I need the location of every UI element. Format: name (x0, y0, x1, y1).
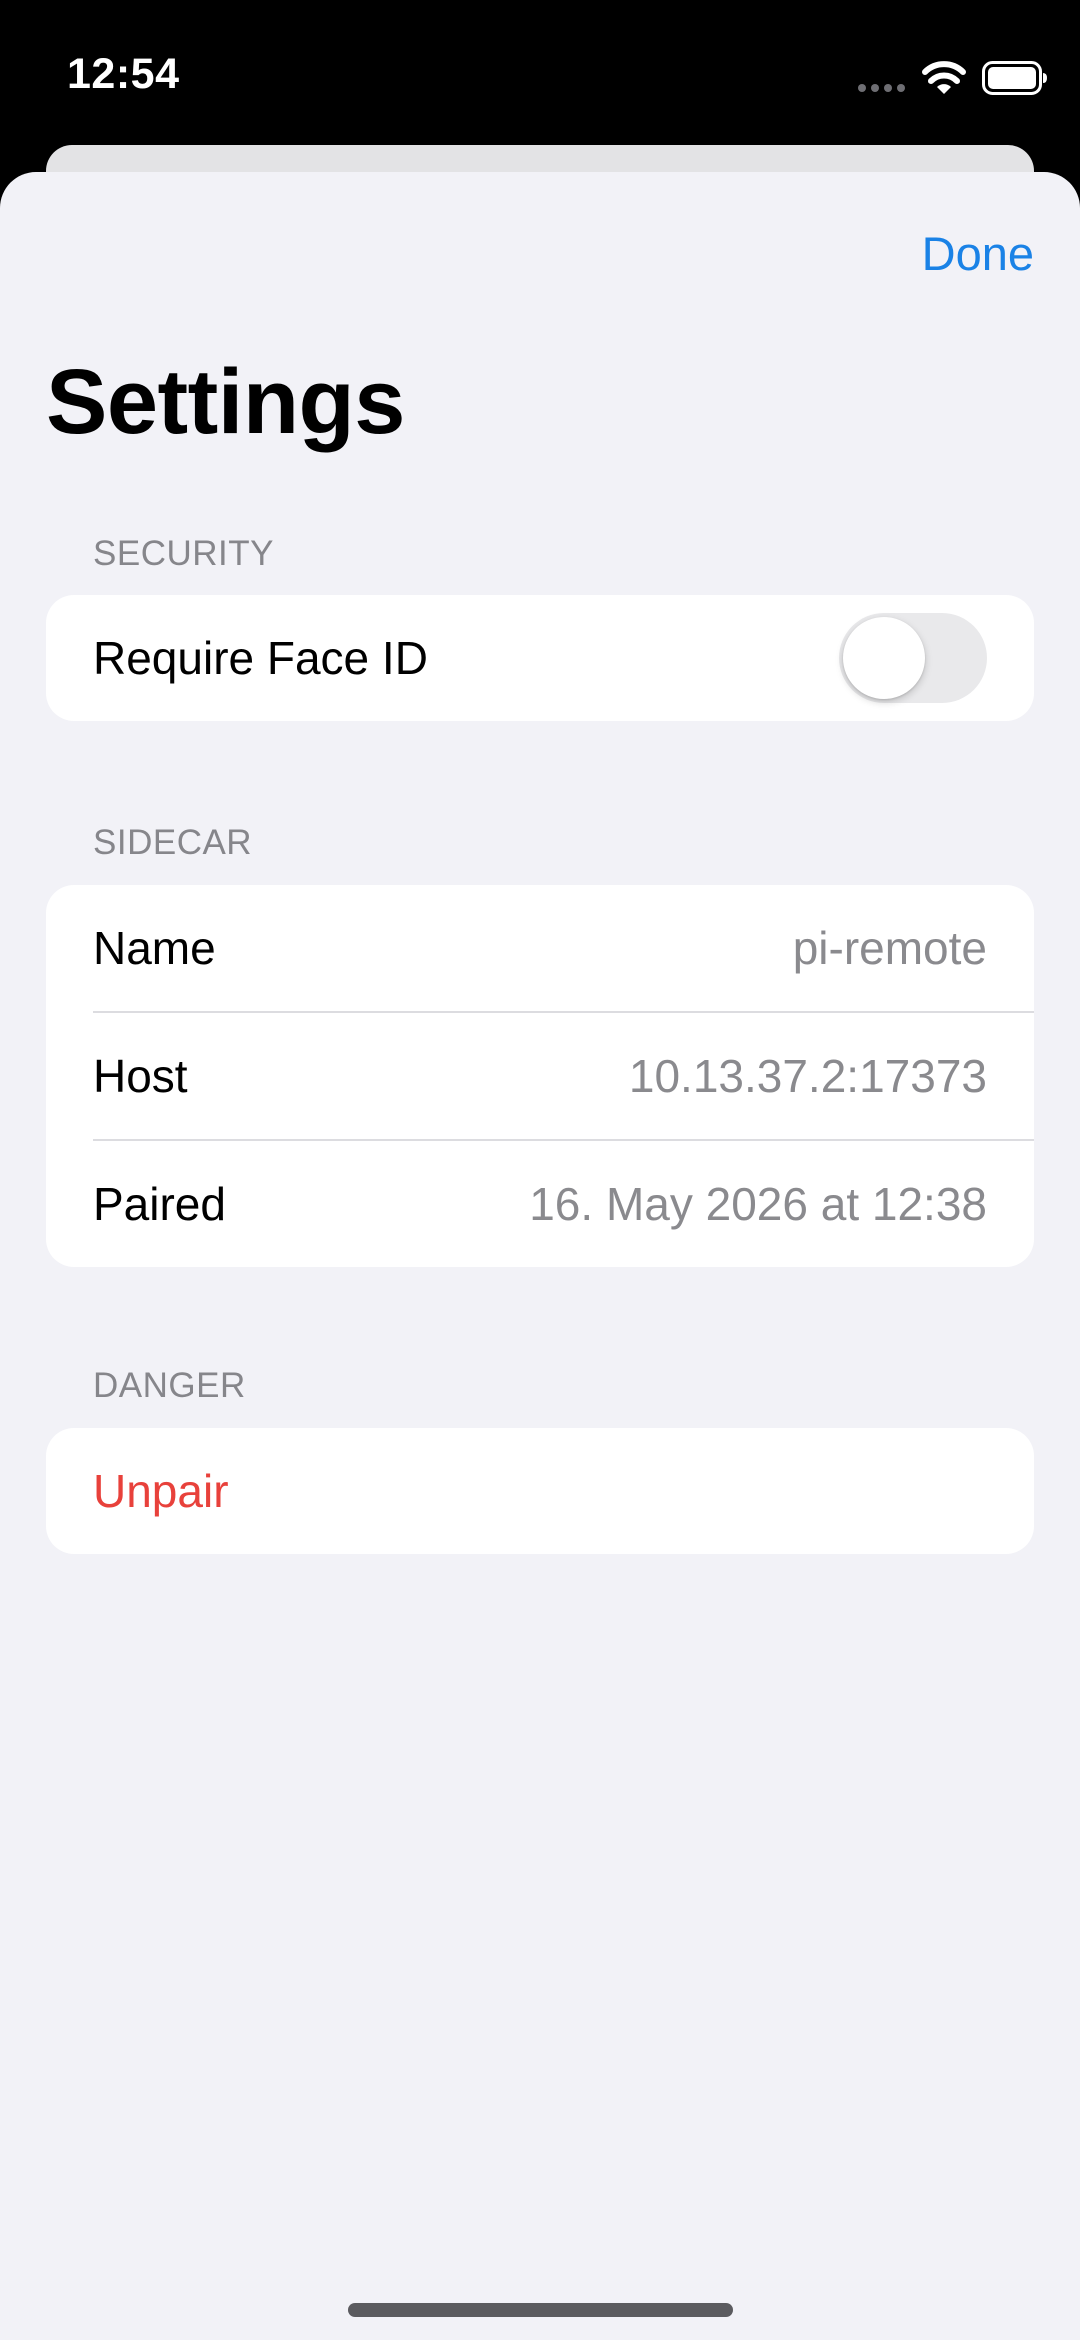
sidecar-row-host: Host 10.13.37.2:17373 (46, 1013, 1034, 1139)
unpair-label: Unpair (93, 1465, 229, 1517)
toggle-knob (843, 617, 925, 699)
done-button[interactable]: Done (922, 226, 1034, 281)
row-value: pi-remote (792, 922, 987, 974)
security-group: Require Face ID (46, 595, 1034, 721)
section-header-danger: DANGER (93, 1366, 246, 1405)
require-face-id-label: Require Face ID (93, 632, 428, 684)
status-bar: 12:54 (0, 0, 1080, 150)
status-time: 12:54 (67, 50, 180, 98)
page-title: Settings (46, 351, 405, 453)
settings-sheet: Done Settings SECURITY Require Face ID S… (0, 172, 1080, 2340)
row-label: Paired (93, 1178, 226, 1230)
cellular-dots-icon (858, 84, 905, 92)
danger-group: Unpair (46, 1428, 1034, 1554)
sidecar-row-name: Name pi-remote (46, 885, 1034, 1011)
wifi-icon (922, 61, 966, 94)
sidecar-group: Name pi-remote Host 10.13.37.2:17373 Pai… (46, 885, 1034, 1267)
row-label: Name (93, 922, 216, 974)
require-face-id-toggle[interactable] (839, 613, 987, 703)
section-header-sidecar: SIDECAR (93, 823, 253, 862)
row-value: 10.13.37.2:17373 (628, 1050, 987, 1102)
sidecar-row-paired: Paired 16. May 2026 at 12:38 (46, 1141, 1034, 1267)
require-face-id-row: Require Face ID (46, 595, 1034, 721)
row-value: 16. May 2026 at 12:38 (529, 1178, 987, 1230)
section-header-security: SECURITY (93, 534, 274, 573)
home-indicator[interactable] (348, 2303, 733, 2317)
row-label: Host (93, 1050, 188, 1102)
unpair-button[interactable]: Unpair (46, 1428, 1034, 1554)
battery-icon (982, 61, 1047, 95)
